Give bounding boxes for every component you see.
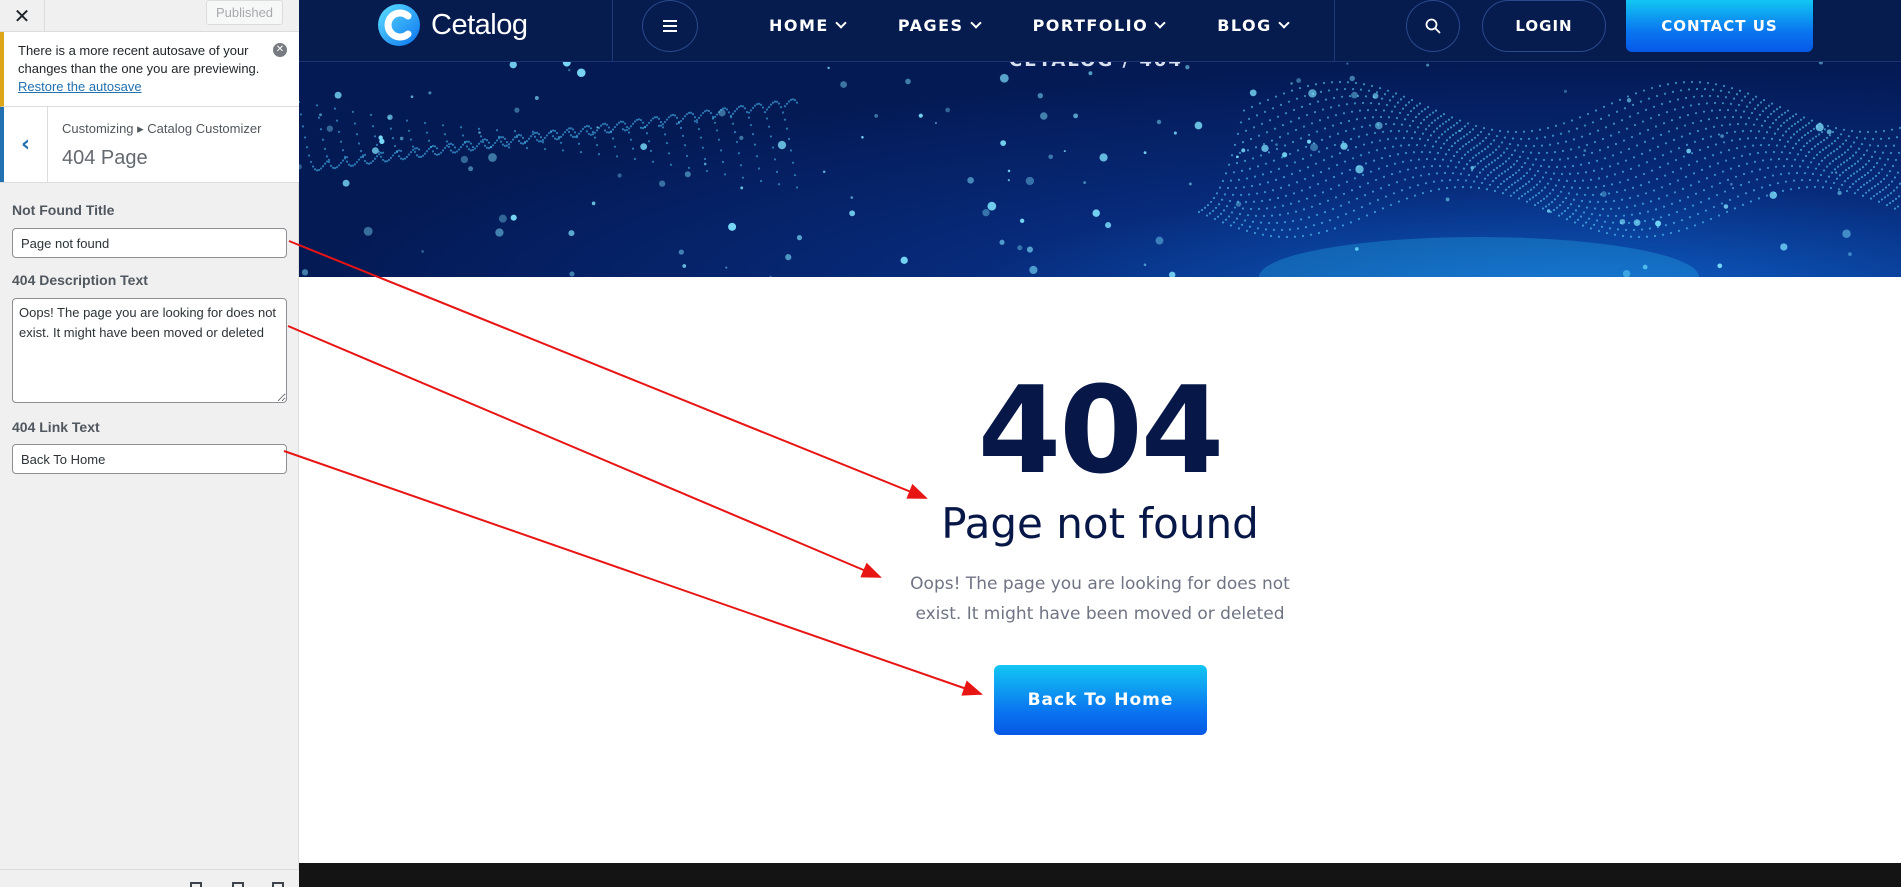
not-found-content: 404 Page not found Oops! The page you ar… [299,277,1901,863]
chevron-down-icon [1278,16,1290,29]
search-icon[interactable] [1406,0,1460,52]
nav-blog[interactable]: BLOG [1217,16,1290,35]
customizer-footer [0,869,299,887]
restore-autosave-link[interactable]: Restore the autosave [18,78,265,96]
customizer-header: ✕ Published [0,0,299,32]
nav-home[interactable]: HOME [769,16,847,35]
back-chevron-icon[interactable]: ‹ [0,107,48,182]
hero-particle-background [299,62,1901,277]
menu-icon[interactable] [642,0,698,52]
nav-portfolio[interactable]: PORTFOLIO [1033,16,1166,35]
description-textarea[interactable]: Oops! The page you are looking for does … [12,298,287,403]
publish-button[interactable]: Published [206,0,283,25]
tablet-preview-icon[interactable] [232,882,244,887]
autosave-notice: There is a more recent autosave of your … [0,32,299,107]
site-header: Cetalog HOME PAGES PORTFOLIO BLOG LOGIN … [299,0,1901,62]
not-found-title-label: Not Found Title [12,202,115,218]
chevron-down-icon [835,16,847,29]
error-code: 404 [977,362,1225,501]
dismiss-icon[interactable]: ✕ [273,43,287,57]
hero-breadcrumb: CETALOG / 404 [1009,62,1183,71]
back-to-home-button[interactable]: Back To Home [994,665,1207,735]
not-found-description: Oops! The page you are looking for does … [910,574,1290,624]
not-found-title: Page not found [941,499,1259,548]
link-text-label: 404 Link Text [12,419,100,435]
not-found-title-input[interactable] [12,228,287,258]
description-text-label: 404 Description Text [12,272,148,288]
main-nav: HOME PAGES PORTFOLIO BLOG [769,0,1341,50]
header-divider [612,0,613,62]
site-logo[interactable]: Cetalog [377,3,528,47]
mobile-preview-icon[interactable] [272,882,284,887]
login-button[interactable]: LOGIN [1482,0,1606,52]
contact-us-button[interactable]: CONTACT US [1626,0,1813,52]
desktop-preview-icon[interactable] [190,882,202,887]
chevron-down-icon [1154,16,1166,29]
chevron-down-icon [969,16,982,29]
hero-banner: CETALOG / 404 [299,62,1901,277]
nav-pages[interactable]: PAGES [898,16,982,35]
autosave-notice-text: There is a more recent autosave of your … [18,43,260,76]
section-title: 404 Page [62,147,148,169]
logo-text: Cetalog [431,8,528,41]
link-text-input[interactable] [12,444,287,474]
section-header: ‹ Customizing ▸ Catalog Customizer 404 P… [0,107,299,183]
logo-mark-icon [377,3,421,47]
breadcrumb: Customizing ▸ Catalog Customizer [62,121,262,136]
site-footer [299,863,1901,887]
close-icon[interactable]: ✕ [0,0,45,32]
header-divider [1334,0,1335,62]
customizer-sidebar: ✕ Published There is a more recent autos… [0,0,299,887]
